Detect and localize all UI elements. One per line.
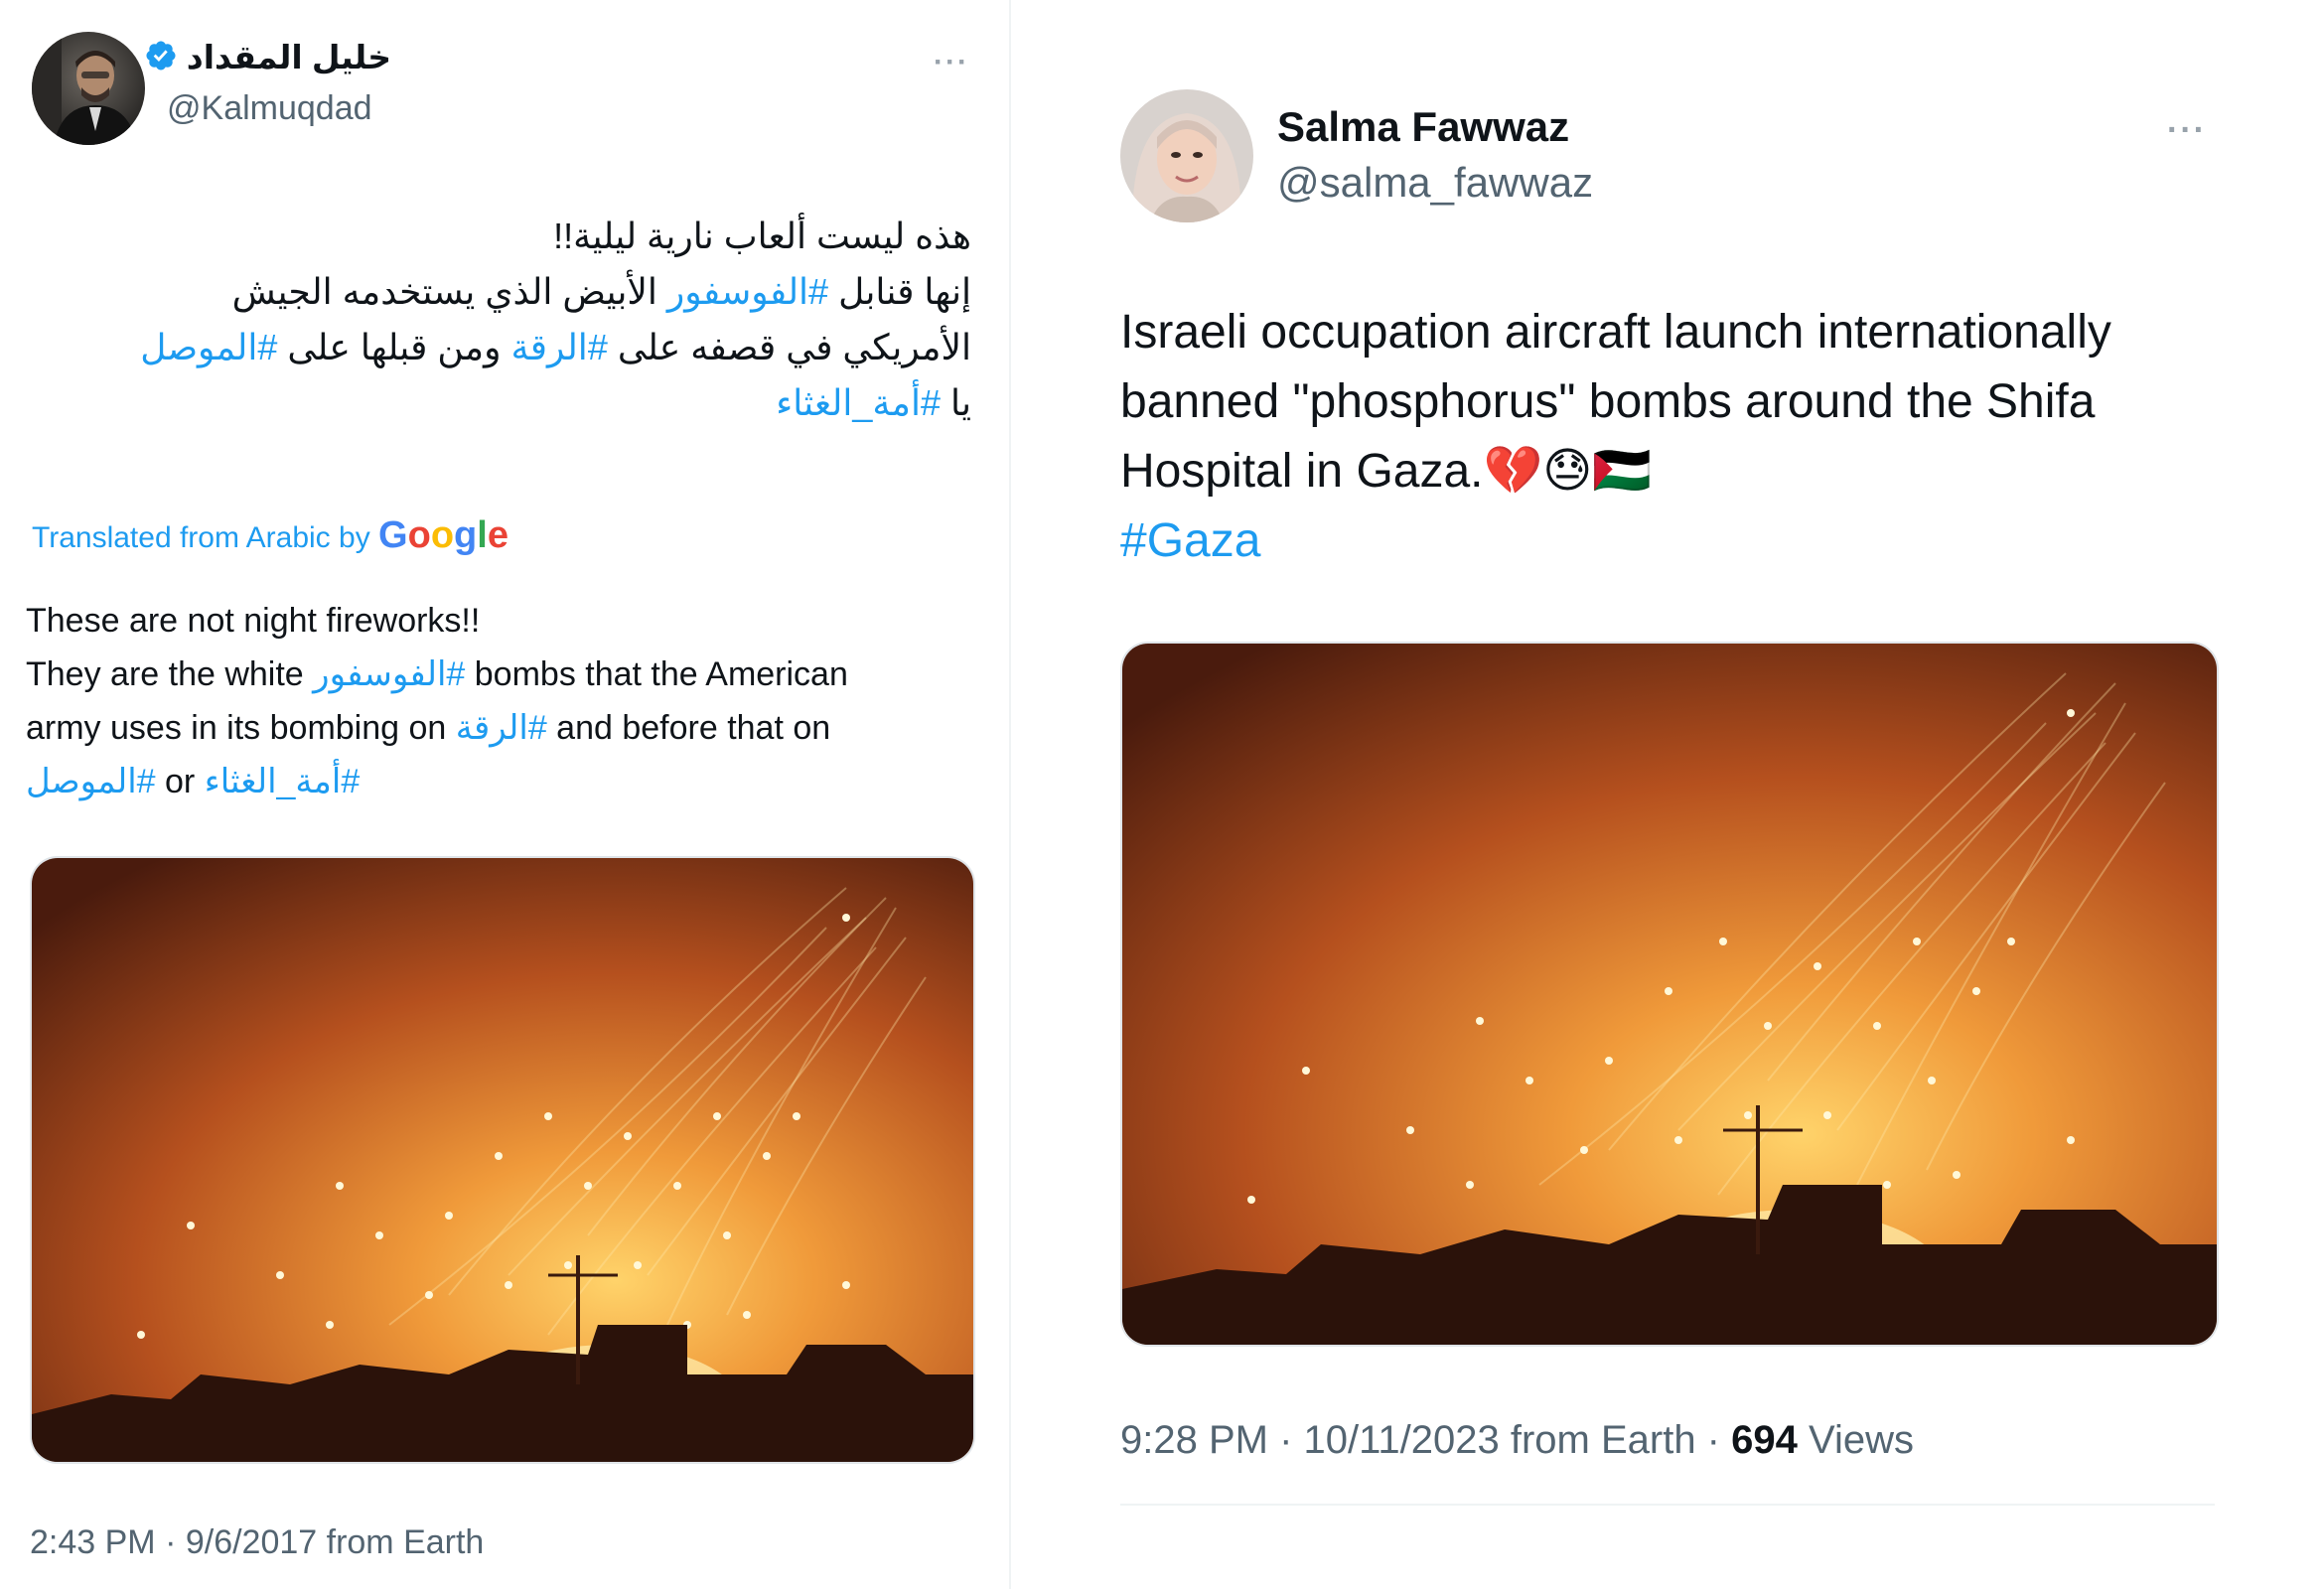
text-segment: ومن قبلها على: [277, 327, 511, 367]
avatar[interactable]: [32, 32, 145, 145]
tweet-text-line: Israeli occupation aircraft launch inter…: [1120, 306, 2111, 359]
text-segment: الأبيض الذي يستخدمه الجيش: [231, 271, 667, 312]
tweet-text: Israeli occupation aircraft launch inter…: [1120, 298, 2111, 576]
more-horizontal-icon[interactable]: ···: [2167, 111, 2207, 150]
text-segment: or: [155, 763, 205, 800]
tweet-text-line: إنها قنابل #الفوسفور الأبيض الذي يستخدمه…: [18, 264, 971, 320]
hashtag-link[interactable]: #أمة_الغثاء: [776, 382, 941, 423]
text-segment: هذه ليست ألعاب نارية ليلية!!: [553, 216, 971, 256]
tweet-text-line: الموصل# or أمة_الغثاء#: [26, 755, 848, 808]
tweet-text-line: Hospital in Gaza.💔😓🇵🇸: [1120, 445, 1653, 498]
phosphorus-night-photo: [1122, 644, 2217, 1345]
tweet-card-salma-fawwaz: Salma Fawwaz @salma_fawwaz ··· Israeli o…: [1011, 0, 2324, 1589]
text-segment: They are the white: [26, 655, 314, 693]
verified-badge-icon: [144, 39, 178, 80]
hashtag-link[interactable]: أمة_الغثاء#: [205, 763, 361, 800]
tweet-original-text: هذه ليست ألعاب نارية ليلية!! إنها قنابل #…: [18, 209, 971, 431]
tweet-text-line: banned "phosphorus" bombs around the Shi…: [1120, 375, 2096, 428]
tweet-media-image[interactable]: [1120, 642, 2219, 1347]
display-name[interactable]: خليل المقداد: [144, 38, 395, 80]
hashtag-link-gaza[interactable]: #Gaza: [1120, 506, 2111, 576]
tweet-text-line: These are not night fireworks!!: [26, 594, 848, 648]
hashtag-link[interactable]: الرقة#: [456, 709, 547, 747]
views-label: Views: [1797, 1418, 1914, 1462]
text-segment: يا: [941, 382, 971, 423]
tweet-card-kalmuqdad: خليل المقداد @Kalmuqdad ··· هذه ليست ألع…: [0, 0, 1011, 1589]
translated-label: Translated from Arabic by: [32, 521, 370, 554]
hashtag-link[interactable]: #الموصل: [140, 327, 277, 367]
hashtag-link[interactable]: #الرقة: [510, 327, 607, 367]
phosphorus-night-photo: [32, 858, 973, 1462]
hashtag-link[interactable]: #الفوسفور: [667, 271, 828, 312]
user-handle[interactable]: @salma_fawwaz: [1277, 159, 1593, 207]
tweet-text-line: هذه ليست ألعاب نارية ليلية!!: [18, 209, 971, 264]
text-segment: These are not night fireworks!!: [26, 602, 481, 640]
tweet-text-line: الأمريكي في قصفه على #الرقة ومن قبلها عل…: [18, 320, 971, 375]
hashtag-link[interactable]: الموصل#: [26, 763, 156, 800]
divider: [1120, 1504, 2215, 1506]
tweet-timestamp-views: 9:28 PM · 10/11/2023 from Earth · 694 Vi…: [1120, 1418, 1914, 1463]
text-segment: الأمريكي في قصفه على: [607, 327, 971, 367]
tweet-text-line: يا #أمة_الغثاء: [18, 375, 971, 431]
tweet-text-line: army uses in its bombing on الرقة# and b…: [26, 701, 848, 755]
display-name[interactable]: Salma Fawwaz: [1277, 103, 1569, 151]
tweet-media-image[interactable]: [30, 856, 975, 1464]
avatar[interactable]: [1120, 89, 1253, 222]
more-horizontal-icon[interactable]: ···: [934, 46, 969, 79]
tweet-translated-text: These are not night fireworks!! They are …: [26, 594, 848, 808]
user-handle[interactable]: @Kalmuqdad: [167, 89, 372, 128]
tweet-text-line: They are the white الفوسفور# bombs that …: [26, 648, 848, 701]
text-segment: and before that on: [546, 709, 831, 747]
translation-attribution[interactable]: Translated from Arabic by Google: [32, 514, 508, 557]
views-count: 694: [1731, 1418, 1798, 1462]
google-logo: Google: [378, 514, 508, 556]
text-segment: army uses in its bombing on: [26, 709, 456, 747]
tweet-timestamp[interactable]: 2:43 PM · 9/6/2017 from Earth: [30, 1523, 484, 1562]
text-segment: إنها قنابل: [828, 271, 971, 312]
tweet-timestamp[interactable]: 9:28 PM · 10/11/2023 from Earth ·: [1120, 1418, 1731, 1462]
display-name-text: خليل المقداد: [186, 39, 391, 75]
text-segment: bombs that the American: [465, 655, 848, 693]
hashtag-link[interactable]: الفوسفور#: [313, 655, 465, 693]
